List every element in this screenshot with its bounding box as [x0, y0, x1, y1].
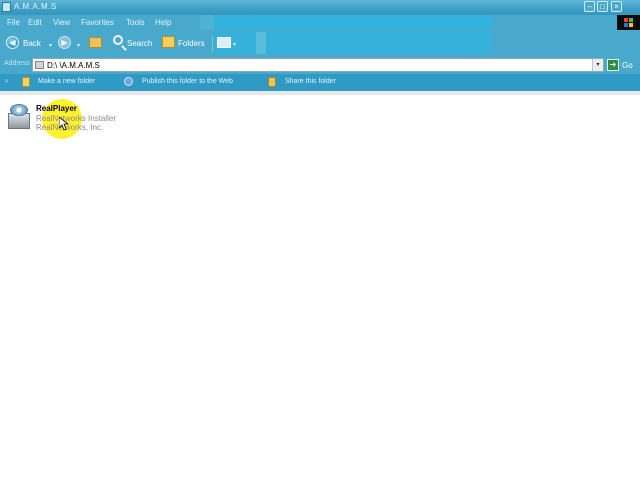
- mouse-pointer-icon: [59, 117, 69, 131]
- maximize-button[interactable]: □: [597, 1, 608, 12]
- file-company: RealNetworks, Inc.: [36, 123, 104, 132]
- drive-icon: [35, 61, 44, 69]
- up-folder-button[interactable]: [89, 34, 105, 52]
- forward-arrow-icon: ▶: [58, 36, 71, 49]
- address-bar: Address D:\ \A.M.A.M.S ▾ ➜ Go: [0, 56, 640, 74]
- file-list-pane[interactable]: RealPlayer RealNetworks Installer RealNe…: [0, 91, 640, 480]
- views-button[interactable]: ▾: [217, 34, 241, 52]
- search-button[interactable]: Search: [112, 34, 158, 52]
- address-label: Address: [4, 60, 30, 67]
- menu-bar: File Edit View Favorites Tools Help: [0, 15, 640, 30]
- new-folder-icon: [22, 77, 30, 87]
- menu-edit[interactable]: Edit: [28, 18, 42, 27]
- task-share-folder[interactable]: Share this folder: [285, 78, 336, 85]
- share-folder-icon: [268, 77, 276, 87]
- menu-view[interactable]: View: [53, 18, 70, 27]
- back-arrow-icon: ◀: [6, 36, 19, 49]
- window-title: A.M.A.M.S: [14, 2, 57, 11]
- folder-window-icon: [2, 2, 11, 12]
- folder-tasks-bar: ✕ Make a new folder Publish this folder …: [0, 74, 640, 91]
- toolbar: ◀ Back ▾ ▶ ▾ Search Folders ▾: [0, 30, 640, 56]
- folders-label: Folders: [178, 39, 205, 48]
- file-item[interactable]: RealPlayer RealNetworks Installer RealNe…: [4, 99, 144, 139]
- close-button[interactable]: ×: [611, 1, 622, 12]
- windows-logo-icon: [617, 15, 640, 30]
- menu-favorites[interactable]: Favorites: [81, 18, 114, 27]
- back-label: Back: [23, 39, 41, 48]
- installer-icon: [6, 103, 32, 131]
- minimize-button[interactable]: –: [584, 1, 595, 12]
- task-make-new-folder[interactable]: Make a new folder: [38, 78, 95, 85]
- menu-file[interactable]: File: [7, 18, 20, 27]
- search-label: Search: [127, 39, 153, 48]
- file-description: RealNetworks Installer: [36, 114, 117, 123]
- back-button[interactable]: ◀ Back: [6, 34, 46, 52]
- publish-web-icon: [124, 77, 133, 86]
- folders-icon: [162, 36, 175, 48]
- forward-dropdown-icon[interactable]: ▾: [77, 42, 80, 49]
- go-label: Go: [622, 61, 633, 70]
- title-bar: A.M.A.M.S – □ ×: [0, 0, 640, 15]
- address-field[interactable]: D:\ \A.M.A.M.S ▾: [32, 58, 604, 72]
- file-name: RealPlayer: [36, 104, 77, 113]
- menu-help[interactable]: Help: [155, 18, 171, 27]
- go-arrow-icon: ➜: [607, 59, 619, 71]
- back-dropdown-icon[interactable]: ▾: [49, 42, 52, 49]
- forward-button[interactable]: ▶: [58, 34, 72, 52]
- search-icon: [113, 35, 123, 45]
- address-dropdown-icon[interactable]: ▾: [592, 59, 603, 71]
- address-value[interactable]: D:\ \A.M.A.M.S: [47, 61, 100, 70]
- task-publish-folder[interactable]: Publish this folder to the Web: [142, 78, 233, 85]
- close-tasks-icon[interactable]: ✕: [4, 78, 9, 85]
- folder-up-icon: [89, 37, 102, 48]
- menu-tools[interactable]: Tools: [126, 18, 145, 27]
- folders-button[interactable]: Folders: [162, 34, 210, 52]
- views-dropdown-icon: ▾: [233, 42, 237, 48]
- views-icon: [217, 37, 231, 48]
